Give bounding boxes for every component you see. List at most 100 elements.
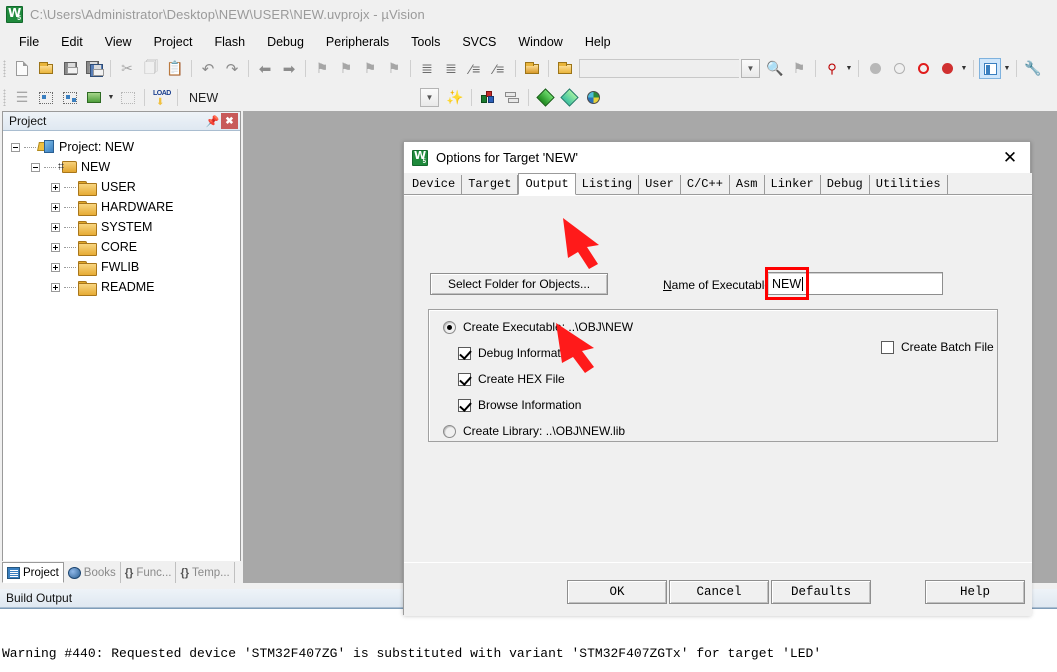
tab-functions[interactable]: {} Func... [121,562,177,583]
open-file-icon[interactable] [35,58,57,79]
rebuild-icon[interactable] [59,87,81,108]
menu-svcs[interactable]: SVCS [451,32,507,52]
tree-item-user[interactable]: USER [11,177,240,197]
tab-linker[interactable]: Linker [764,175,821,194]
name-of-executable-input[interactable]: NEW [767,272,943,295]
tree-item-system[interactable]: SYSTEM [11,217,240,237]
tree-item-core[interactable]: CORE [11,237,240,257]
expander-plus-icon[interactable] [51,182,60,192]
cancel-button[interactable]: Cancel [669,580,769,604]
search-input[interactable] [579,59,739,78]
bookmark-prev-icon[interactable]: ⚑ [335,58,357,79]
navigate-back-icon[interactable]: ⬅ [254,58,276,79]
tab-listing[interactable]: Listing [575,175,640,194]
tab-target[interactable]: Target [462,175,519,194]
configure-icon[interactable]: 🔧 [1022,58,1044,79]
ok-button[interactable]: OK [567,580,667,604]
toolbar-grip[interactable] [3,60,6,77]
batch-build-icon[interactable] [83,87,105,108]
expander-minus-icon[interactable] [31,162,40,172]
save-all-icon[interactable] [83,58,105,79]
breakpoint-toggle-icon[interactable] [912,58,934,79]
copy-icon[interactable]: 🗍 [140,58,162,79]
toolbar-grip[interactable] [3,89,6,106]
bookmark-clear-icon[interactable]: ⚑ [383,58,405,79]
create-hex-file-row[interactable]: Create HEX File [458,372,565,386]
breakpoint-kill-icon[interactable] [936,58,958,79]
tab-c-cpp[interactable]: C/C++ [680,175,730,194]
menu-file[interactable]: File [8,32,50,52]
navigate-forward-icon[interactable]: ➡ [278,58,300,79]
debug-information-row[interactable]: Debug Information [458,346,577,360]
tree-item-readme[interactable]: README [11,277,240,297]
menu-peripherals[interactable]: Peripherals [315,32,400,52]
multi-project-icon[interactable] [501,87,523,108]
radio-icon[interactable] [443,320,456,334]
help-button[interactable]: Help [925,580,1025,604]
tab-project[interactable]: Project [2,562,64,583]
menu-edit[interactable]: Edit [50,32,94,52]
tree-item-new[interactable]: NEW [11,157,240,177]
new-file-icon[interactable] [11,58,33,79]
bookmark-next-icon[interactable]: ⚑ [359,58,381,79]
expander-plus-icon[interactable] [51,222,60,232]
manage-runtime-icon[interactable] [558,87,580,108]
build-icon[interactable] [35,87,57,108]
radio-icon[interactable] [443,424,456,438]
menu-help[interactable]: Help [574,32,622,52]
expander-plus-icon[interactable] [51,202,60,212]
paste-icon[interactable]: 📋 [164,58,186,79]
close-icon[interactable]: ✖ [221,113,238,129]
chevron-down-icon[interactable]: ▼ [959,58,969,79]
chevron-down-icon[interactable]: ▼ [844,58,854,79]
stop-build-icon[interactable] [117,87,139,108]
window-manager-icon[interactable] [979,58,1001,79]
menu-project[interactable]: Project [143,32,204,52]
tree-item-fwlib[interactable]: FWLIB [11,257,240,277]
tab-templates[interactable]: {} Temp... [176,562,235,583]
pack-installer-icon[interactable] [534,87,556,108]
translate-icon[interactable]: ☰ [11,87,33,108]
save-icon[interactable] [59,58,81,79]
create-batch-file-row[interactable]: Create Batch File [881,340,994,354]
find-target-icon[interactable] [554,58,576,79]
select-folder-for-objects-button[interactable]: Select Folder for Objects... [430,273,608,295]
checkbox-icon[interactable] [458,398,471,412]
create-library-radio-row[interactable]: Create Library: ..\OBJ\NEW.lib [443,424,625,438]
tab-utilities[interactable]: Utilities [869,175,948,194]
cut-icon[interactable]: ✂ [116,58,138,79]
chevron-down-icon[interactable]: ▼ [1002,58,1012,79]
open-document-icon[interactable] [521,58,543,79]
outdent-icon[interactable]: ≣ [440,58,462,79]
download-icon[interactable]: LOAD ⬇ [150,87,172,108]
bookmark-icon[interactable]: ⚑ [788,58,810,79]
close-icon[interactable]: ✕ [990,143,1030,173]
tab-debug[interactable]: Debug [820,175,870,194]
browse-information-row[interactable]: Browse Information [458,398,581,412]
comment-icon[interactable]: ⁄≡ [464,58,486,79]
manage-project-items-icon[interactable] [477,87,499,108]
undo-icon[interactable]: ↶ [197,58,219,79]
indent-icon[interactable]: ≣ [416,58,438,79]
bookmark-toggle-icon[interactable]: ⚑ [311,58,333,79]
create-executable-radio-row[interactable]: Create Executable: ..\OBJ\NEW [443,320,633,334]
tab-output[interactable]: Output [518,173,576,195]
uncomment-icon[interactable]: ⁄≡ [488,58,510,79]
tab-books[interactable]: Books [64,562,121,583]
menu-tools[interactable]: Tools [400,32,451,52]
breakpoint-disabled-icon[interactable] [888,58,910,79]
menu-debug[interactable]: Debug [256,32,315,52]
expander-plus-icon[interactable] [51,262,60,272]
tree-item-hardware[interactable]: HARDWARE [11,197,240,217]
menu-window[interactable]: Window [507,32,573,52]
pin-icon[interactable]: 📌 [204,113,221,129]
tab-asm[interactable]: Asm [729,175,765,194]
target-options-icon[interactable]: ✨ [444,87,466,108]
search-target-icon[interactable]: ⚲ [821,58,843,79]
checkbox-icon[interactable] [458,372,471,386]
chevron-down-icon[interactable]: ▼ [106,87,116,108]
expander-minus-icon[interactable] [11,142,20,152]
target-selector[interactable]: NEW [182,87,342,108]
checkbox-icon[interactable] [458,346,471,360]
chevron-down-icon[interactable]: ▼ [741,59,760,78]
